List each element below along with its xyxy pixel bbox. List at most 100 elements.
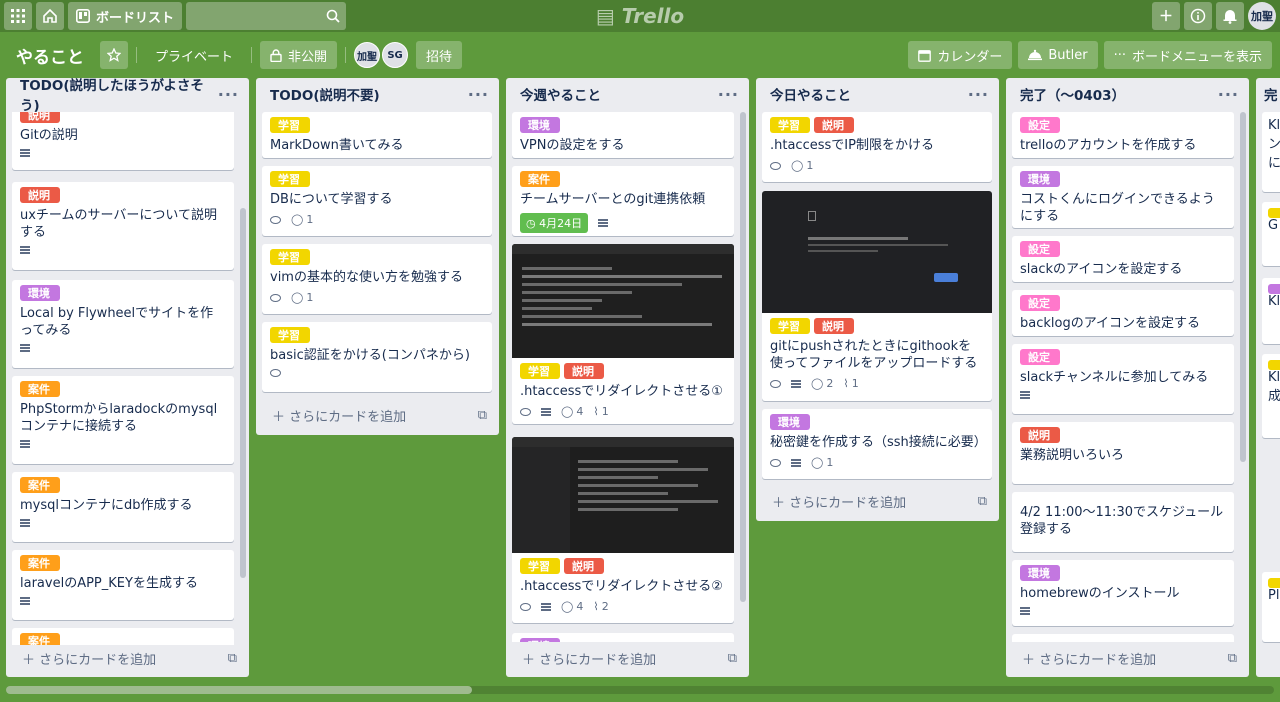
list-header[interactable]: 完了（〜0403） ··· — [1006, 78, 1249, 110]
card-label: 学習 — [270, 327, 310, 343]
card[interactable]: Kl — [1262, 278, 1280, 344]
card[interactable]: 学習 説明 .htaccessでリダイレクトさせる① ◯ 4 ⌇ 1 — [512, 358, 734, 424]
card[interactable]: 設定 trelloのアカウントを作成する — [1012, 112, 1234, 158]
info-icon — [1190, 8, 1206, 24]
apps-grid-icon[interactable] — [4, 2, 32, 30]
list-header[interactable]: 今週やること ··· — [506, 78, 749, 110]
member-avatar[interactable]: 加聖 — [354, 42, 381, 68]
info-button[interactable] — [1184, 2, 1212, 30]
card[interactable]: Kl 成 — [1262, 354, 1280, 438]
card[interactable]: 環境 Local by Flywheelでサイトを作ってみる — [12, 280, 234, 368]
card[interactable]: Kl ン に — [1262, 112, 1280, 192]
card[interactable]: 学習 説明 .htaccessでリダイレクトさせる② ◯ 4 ⌇ 2 — [512, 553, 734, 623]
card[interactable]: Pl — [1262, 572, 1280, 642]
card[interactable]: 説明 uxチームのサーバーについて説明する — [12, 182, 234, 270]
list-scrollbar[interactable] — [240, 208, 246, 578]
board-horizontal-scrollbar[interactable] — [6, 686, 1274, 694]
card[interactable]: 設定 slackのアイコンを設定する — [1012, 236, 1234, 282]
card[interactable]: 学習 説明 .htaccessでIP制限をかける ◯ 1 — [762, 112, 992, 182]
card-title: 業務説明いろいろ — [1020, 448, 1125, 463]
card[interactable]: 案件 mysqlコンテナにdb作成する — [12, 472, 234, 542]
template-icon[interactable]: ⧉ — [478, 408, 487, 423]
invite-button[interactable]: 招待 — [416, 41, 463, 69]
card[interactable]: 説明 業務説明いろいろ — [1012, 422, 1234, 484]
card-cover-image[interactable] — [762, 191, 992, 313]
card[interactable]: 環境 — [512, 633, 734, 642]
list-menu-icon[interactable]: ··· — [1218, 85, 1239, 104]
user-avatar[interactable]: 加聖 — [1248, 2, 1276, 30]
card-cover-image[interactable] — [512, 244, 734, 358]
list-title[interactable]: TODO(説明不要) — [270, 84, 380, 104]
template-icon[interactable]: ⧉ — [1228, 651, 1237, 666]
card-label: 学習 — [270, 249, 310, 265]
list-cards: 学習 説明 .htaccessでIP制限をかける ◯ 1 学習 説明 gitにp… — [756, 112, 999, 488]
boards-button[interactable]: ボードリスト — [68, 2, 183, 30]
card[interactable]: 説明 Gitの説明 — [12, 112, 234, 170]
card-cover-image[interactable] — [512, 437, 734, 553]
card[interactable]: 環境 homebrewのインストール — [1012, 560, 1234, 626]
card-title: 成 — [1268, 389, 1280, 404]
card[interactable] — [1012, 634, 1234, 642]
card[interactable]: 設定 slackチャンネルに参加してみる — [1012, 344, 1234, 414]
list-title[interactable]: TODO(説明したほうがよさそう) — [20, 78, 218, 114]
card[interactable]: 環境 秘密鍵を作成する（ssh接続に必要） ◯ 1 — [762, 409, 992, 479]
description-icon — [20, 149, 30, 157]
card[interactable]: 学習 説明 gitにpushされたときにgithookを使ってファイルをアップロ… — [762, 313, 992, 401]
card[interactable]: 環境 VPNの設定をする — [512, 112, 734, 158]
card[interactable]: 学習 MarkDown書いてみる — [262, 112, 492, 158]
list-title[interactable]: 完了（〜0403） — [1020, 84, 1125, 104]
list-header[interactable]: 今日やること ··· — [756, 78, 999, 110]
card[interactable]: G — [1262, 202, 1280, 266]
member-avatar[interactable]: SG — [382, 42, 409, 68]
list-menu-icon[interactable]: ··· — [718, 85, 739, 104]
template-icon[interactable]: ⧉ — [728, 651, 737, 666]
card[interactable]: 案件 チームサーバーとのgit連携依頼 ◷ 4月24日 — [512, 166, 734, 236]
list-menu-icon[interactable]: ··· — [968, 85, 989, 104]
list-title[interactable]: 完 — [1264, 84, 1278, 104]
card[interactable]: 設定 backlogのアイコンを設定する — [1012, 290, 1234, 336]
list-scrollbar[interactable] — [1240, 112, 1246, 462]
notifications-button[interactable] — [1216, 2, 1244, 30]
card[interactable]: 学習 vimの基本的な使い方を勉強する ◯ 1 — [262, 244, 492, 314]
list-header[interactable]: 完 — [1256, 78, 1280, 110]
template-icon[interactable]: ⧉ — [978, 494, 987, 509]
card[interactable]: 学習 basic認証をかける(コンパネから) — [262, 322, 492, 392]
board-title[interactable]: やること — [8, 40, 92, 70]
list-menu-icon[interactable]: ··· — [218, 85, 239, 104]
add-card-button[interactable]: ＋ さらにカードを追加 ⧉ — [256, 399, 499, 431]
card[interactable]: 学習 DBについて学習する ◯ 1 — [262, 166, 492, 236]
card[interactable]: 4/2 11:00〜11:30でスケジュール登録する — [1012, 492, 1234, 552]
card[interactable]: 案件 laravelのAPP_KEYを生成する — [12, 550, 234, 620]
top-bar: ボードリスト ▤ Trello ＋ 加聖 — [0, 0, 1280, 32]
list-header[interactable]: TODO(説明不要) ··· — [256, 78, 499, 110]
list-menu-icon[interactable]: ··· — [468, 85, 489, 104]
due-date-badge[interactable]: ◷ 4月24日 — [520, 213, 589, 233]
scrollbar-thumb[interactable] — [6, 686, 472, 694]
add-card-button[interactable]: ＋ さらにカードを追加 ⧉ — [6, 642, 249, 674]
create-button[interactable]: ＋ — [1152, 2, 1180, 30]
description-icon — [20, 344, 30, 352]
home-button[interactable] — [36, 2, 64, 30]
calendar-button[interactable]: カレンダー — [908, 41, 1013, 69]
card-title: コストくんにログインできるようにする — [1020, 192, 1215, 224]
card-label: 案件 — [20, 555, 60, 571]
add-card-label: ＋ さらにカードを追加 — [772, 495, 907, 511]
add-card-button[interactable]: ＋ さらにカードを追加 ⧉ — [756, 485, 999, 517]
watch-icon — [270, 215, 281, 224]
star-button[interactable] — [100, 41, 128, 69]
add-card-button[interactable]: ＋ さらにカードを追加 ⧉ — [506, 642, 749, 674]
card[interactable]: 環境 コストくんにログインできるようにする — [1012, 166, 1234, 228]
visibility-button[interactable]: 非公開 — [260, 41, 338, 69]
list-header[interactable]: TODO(説明したほうがよさそう) ··· — [6, 78, 249, 114]
board-menu-button[interactable]: ··· ボードメニューを表示 — [1103, 41, 1272, 69]
search-input[interactable] — [186, 2, 347, 30]
butler-button[interactable]: Butler — [1018, 41, 1098, 69]
template-icon[interactable]: ⧉ — [228, 651, 237, 666]
list-title[interactable]: 今週やること — [520, 84, 601, 104]
card[interactable]: 案件 PhpStormからlaradockのmysqlコンテナに接続する — [12, 376, 234, 464]
list-title[interactable]: 今日やること — [770, 84, 851, 104]
card-title: Kl — [1268, 118, 1280, 133]
workspace-button[interactable]: プライベート — [145, 41, 243, 69]
add-card-button[interactable]: ＋ さらにカードを追加 ⧉ — [1006, 642, 1249, 674]
list-scrollbar[interactable] — [740, 112, 746, 602]
